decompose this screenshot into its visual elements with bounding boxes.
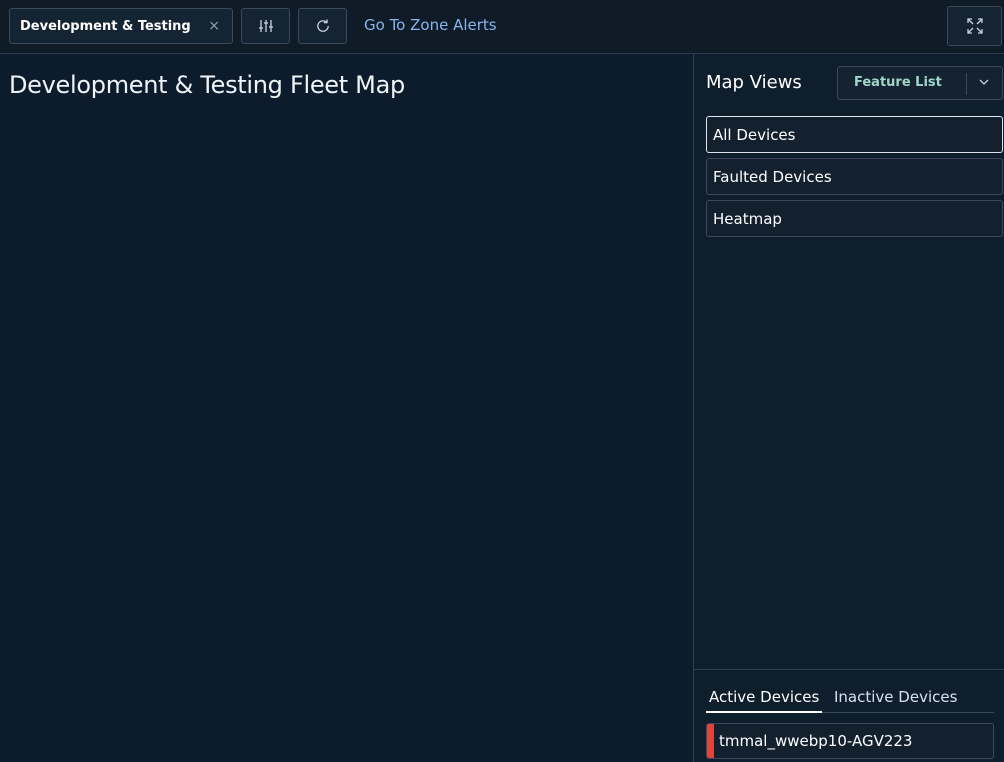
feature-select-value: Feature List xyxy=(854,75,942,90)
zone-select[interactable]: Development & Testing × xyxy=(9,8,233,44)
view-faulted-devices[interactable]: Faulted Devices xyxy=(706,158,1003,195)
device-list-item[interactable]: tmmal_wwebp10-AGV223 xyxy=(706,723,994,759)
clear-icon[interactable]: × xyxy=(208,18,220,34)
device-tabs: Active Devices Inactive Devices xyxy=(706,688,994,713)
chevron-down-icon xyxy=(979,79,989,85)
expand-icon xyxy=(966,18,983,34)
status-indicator xyxy=(707,724,714,758)
sidebar-title: Map Views xyxy=(706,72,802,93)
zone-select-value: Development & Testing xyxy=(20,18,191,34)
device-name: tmmal_wwebp10-AGV223 xyxy=(719,732,913,750)
dropdown-divider xyxy=(966,73,967,95)
map-views-sidebar: Map Views Feature List All Devices Fault… xyxy=(693,54,1004,762)
tab-inactive-devices[interactable]: Inactive Devices xyxy=(831,688,960,711)
filter-button[interactable] xyxy=(241,8,290,44)
zone-alerts-link[interactable]: Go To Zone Alerts xyxy=(364,16,497,34)
page-title: Development & Testing Fleet Map xyxy=(9,71,405,99)
refresh-icon xyxy=(316,19,329,32)
view-all-devices[interactable]: All Devices xyxy=(706,116,1003,153)
devices-panel: Active Devices Inactive Devices tmmal_ww… xyxy=(694,669,1004,762)
tab-active-devices[interactable]: Active Devices xyxy=(706,688,823,713)
fullscreen-button[interactable] xyxy=(947,6,1002,46)
view-label: Heatmap xyxy=(713,209,782,228)
sliders-icon xyxy=(258,20,273,32)
fleet-map[interactable]: Development & Testing Fleet Map xyxy=(0,54,693,762)
top-toolbar: Development & Testing × Go To Zone Alert… xyxy=(0,0,1004,54)
refresh-button[interactable] xyxy=(298,8,347,44)
view-heatmap[interactable]: Heatmap xyxy=(706,200,1003,237)
view-label: Faulted Devices xyxy=(713,167,832,186)
feature-list-dropdown[interactable]: Feature List xyxy=(837,66,1003,100)
view-label: All Devices xyxy=(713,125,796,144)
